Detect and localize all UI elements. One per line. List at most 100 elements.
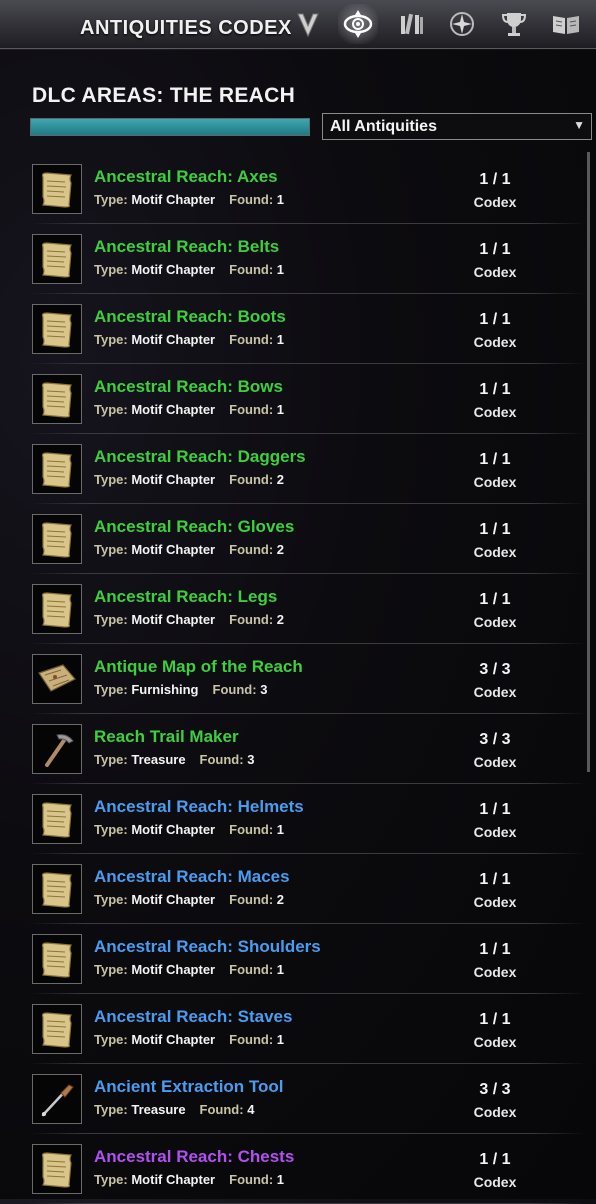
item-meta: Type: Motif Chapter Found: 1 xyxy=(94,402,284,417)
item-found-count: 3 xyxy=(247,752,255,767)
item-progress-count: 3 / 3 xyxy=(479,1081,511,1098)
item-meta: Type: Motif Chapter Found: 1 xyxy=(94,192,284,207)
item-name: Ancestral Reach: Daggers xyxy=(94,447,306,466)
item-type: Motif Chapter xyxy=(131,402,216,417)
tab-bookshelf[interactable] xyxy=(392,4,432,44)
item-progress-count: 1 / 1 xyxy=(479,451,511,468)
item-meta: Type: Motif Chapter Found: 1 xyxy=(94,962,284,977)
item-progress-count: 1 / 1 xyxy=(479,1011,511,1028)
item-meta: Type: Motif Chapter Found: 2 xyxy=(94,892,284,907)
list-item[interactable]: Reach Trail Maker Type: Treasure Found: 3 3… xyxy=(0,714,586,784)
list-item[interactable]: Ancestral Reach: Gloves Type: Motif Chapt… xyxy=(0,504,586,574)
found-label: Found: xyxy=(229,822,274,837)
found-label: Found: xyxy=(229,612,274,627)
item-type: Treasure xyxy=(131,752,186,767)
list-item[interactable]: Ancestral Reach: Chests Type: Motif Chapt… xyxy=(0,1134,586,1204)
list-item[interactable]: Ancestral Reach: Daggers Type: Motif Chap… xyxy=(0,434,586,504)
list-item[interactable]: Ancestral Reach: Legs Type: Motif Chapter… xyxy=(0,574,586,644)
item-kind: Codex xyxy=(473,334,517,350)
item-found-count: 2 xyxy=(276,892,285,907)
scrying-icon xyxy=(297,13,319,38)
item-thumbnail xyxy=(32,374,82,424)
item-meta: Type: Motif Chapter Found: 2 xyxy=(94,612,284,627)
type-label: Type: xyxy=(94,892,128,907)
item-type: Motif Chapter xyxy=(131,472,216,487)
type-label: Type: xyxy=(94,1032,128,1047)
tab-scrying[interactable] xyxy=(288,4,328,44)
list-item[interactable]: Ancestral Reach: Maces Type: Motif Chapte… xyxy=(0,854,586,924)
item-kind: Codex xyxy=(473,474,517,490)
item-thumbnail xyxy=(32,164,82,214)
item-name: Ancestral Reach: Shoulders xyxy=(94,937,321,956)
list-item[interactable]: Ancestral Reach: Bows Type: Motif Chapter… xyxy=(0,364,586,434)
item-name: Ancestral Reach: Helmets xyxy=(94,797,304,816)
item-thumbnail xyxy=(32,514,82,564)
list-item[interactable]: Ancestral Reach: Helmets Type: Motif Chap… xyxy=(0,784,586,854)
item-thumbnail xyxy=(32,654,82,704)
map-icon xyxy=(35,657,79,701)
scroll-icon xyxy=(35,167,79,211)
list-item[interactable]: Ancestral Reach: Belts Type: Motif Chapte… xyxy=(0,224,586,294)
item-name: Ancient Extraction Tool xyxy=(94,1077,284,1096)
type-label: Type: xyxy=(94,1102,128,1117)
list-scrollbar[interactable] xyxy=(587,152,590,772)
item-name: Ancestral Reach: Boots xyxy=(94,307,286,326)
item-thumbnail xyxy=(32,934,82,984)
type-label: Type: xyxy=(94,1172,128,1187)
type-label: Type: xyxy=(94,262,128,277)
scroll-icon xyxy=(35,937,79,981)
codex-eye-icon xyxy=(343,10,373,38)
list-item[interactable]: Ancestral Reach: Axes Type: Motif Chapter… xyxy=(0,154,586,224)
item-meta: Type: Motif Chapter Found: 1 xyxy=(94,822,284,837)
scroll-icon xyxy=(35,1147,79,1191)
item-found-count: 4 xyxy=(247,1102,255,1117)
scroll-icon xyxy=(35,377,79,421)
item-found-count: 1 xyxy=(276,1032,285,1047)
found-label: Found: xyxy=(199,1102,244,1117)
tab-lore[interactable] xyxy=(546,4,586,44)
list-item[interactable]: Ancestral Reach: Boots Type: Motif Chapte… xyxy=(0,294,586,364)
scroll-icon xyxy=(35,1007,79,1051)
item-type: Motif Chapter xyxy=(131,822,216,837)
tab-codex[interactable] xyxy=(338,4,378,44)
item-kind: Codex xyxy=(473,894,517,910)
item-meta: Type: Motif Chapter Found: 1 xyxy=(94,332,284,347)
item-thumbnail xyxy=(32,794,82,844)
scroll-icon xyxy=(35,587,79,631)
type-label: Type: xyxy=(94,332,128,347)
list-item[interactable]: Ancient Extraction Tool Type: Treasure Fou… xyxy=(0,1064,586,1134)
item-name: Ancestral Reach: Belts xyxy=(94,237,280,256)
completion-progress-bar xyxy=(30,118,310,136)
item-progress-count: 1 / 1 xyxy=(479,381,511,398)
item-thumbnail xyxy=(32,1074,82,1124)
type-label: Type: xyxy=(94,472,128,487)
tab-compass[interactable] xyxy=(442,4,482,44)
section-title: DLC AREAS: THE REACH xyxy=(32,84,296,107)
type-label: Type: xyxy=(94,682,128,697)
item-name: Ancestral Reach: Staves xyxy=(94,1007,293,1026)
progress-fill xyxy=(31,119,309,135)
item-progress-count: 1 / 1 xyxy=(479,941,511,958)
item-type: Treasure xyxy=(131,1102,186,1117)
list-item[interactable]: Ancestral Reach: Shoulders Type: Motif Ch… xyxy=(0,924,586,994)
item-found-count: 1 xyxy=(276,192,285,207)
item-found-count: 1 xyxy=(276,822,285,837)
item-meta: Type: Motif Chapter Found: 1 xyxy=(94,262,284,277)
open-book-icon xyxy=(553,16,579,34)
list-item[interactable]: Antique Map of the Reach Type: Furnishing… xyxy=(0,644,586,714)
found-label: Found: xyxy=(229,962,274,977)
item-name: Ancestral Reach: Gloves xyxy=(94,517,295,536)
item-found-count: 2 xyxy=(276,472,285,487)
item-progress-count: 3 / 3 xyxy=(479,661,511,678)
scroll-icon xyxy=(35,307,79,351)
found-label: Found: xyxy=(229,402,274,417)
item-type: Motif Chapter xyxy=(131,192,216,207)
item-found-count: 2 xyxy=(276,542,285,557)
item-type: Motif Chapter xyxy=(131,962,216,977)
item-progress-count: 1 / 1 xyxy=(479,171,511,188)
found-label: Found: xyxy=(229,1032,274,1047)
antiquity-filter-dropdown[interactable]: All Antiquities ▼ xyxy=(322,113,592,140)
list-item[interactable]: Ancestral Reach: Staves Type: Motif Chapt… xyxy=(0,994,586,1064)
item-found-count: 1 xyxy=(276,402,285,417)
tab-achievements[interactable] xyxy=(494,4,534,44)
